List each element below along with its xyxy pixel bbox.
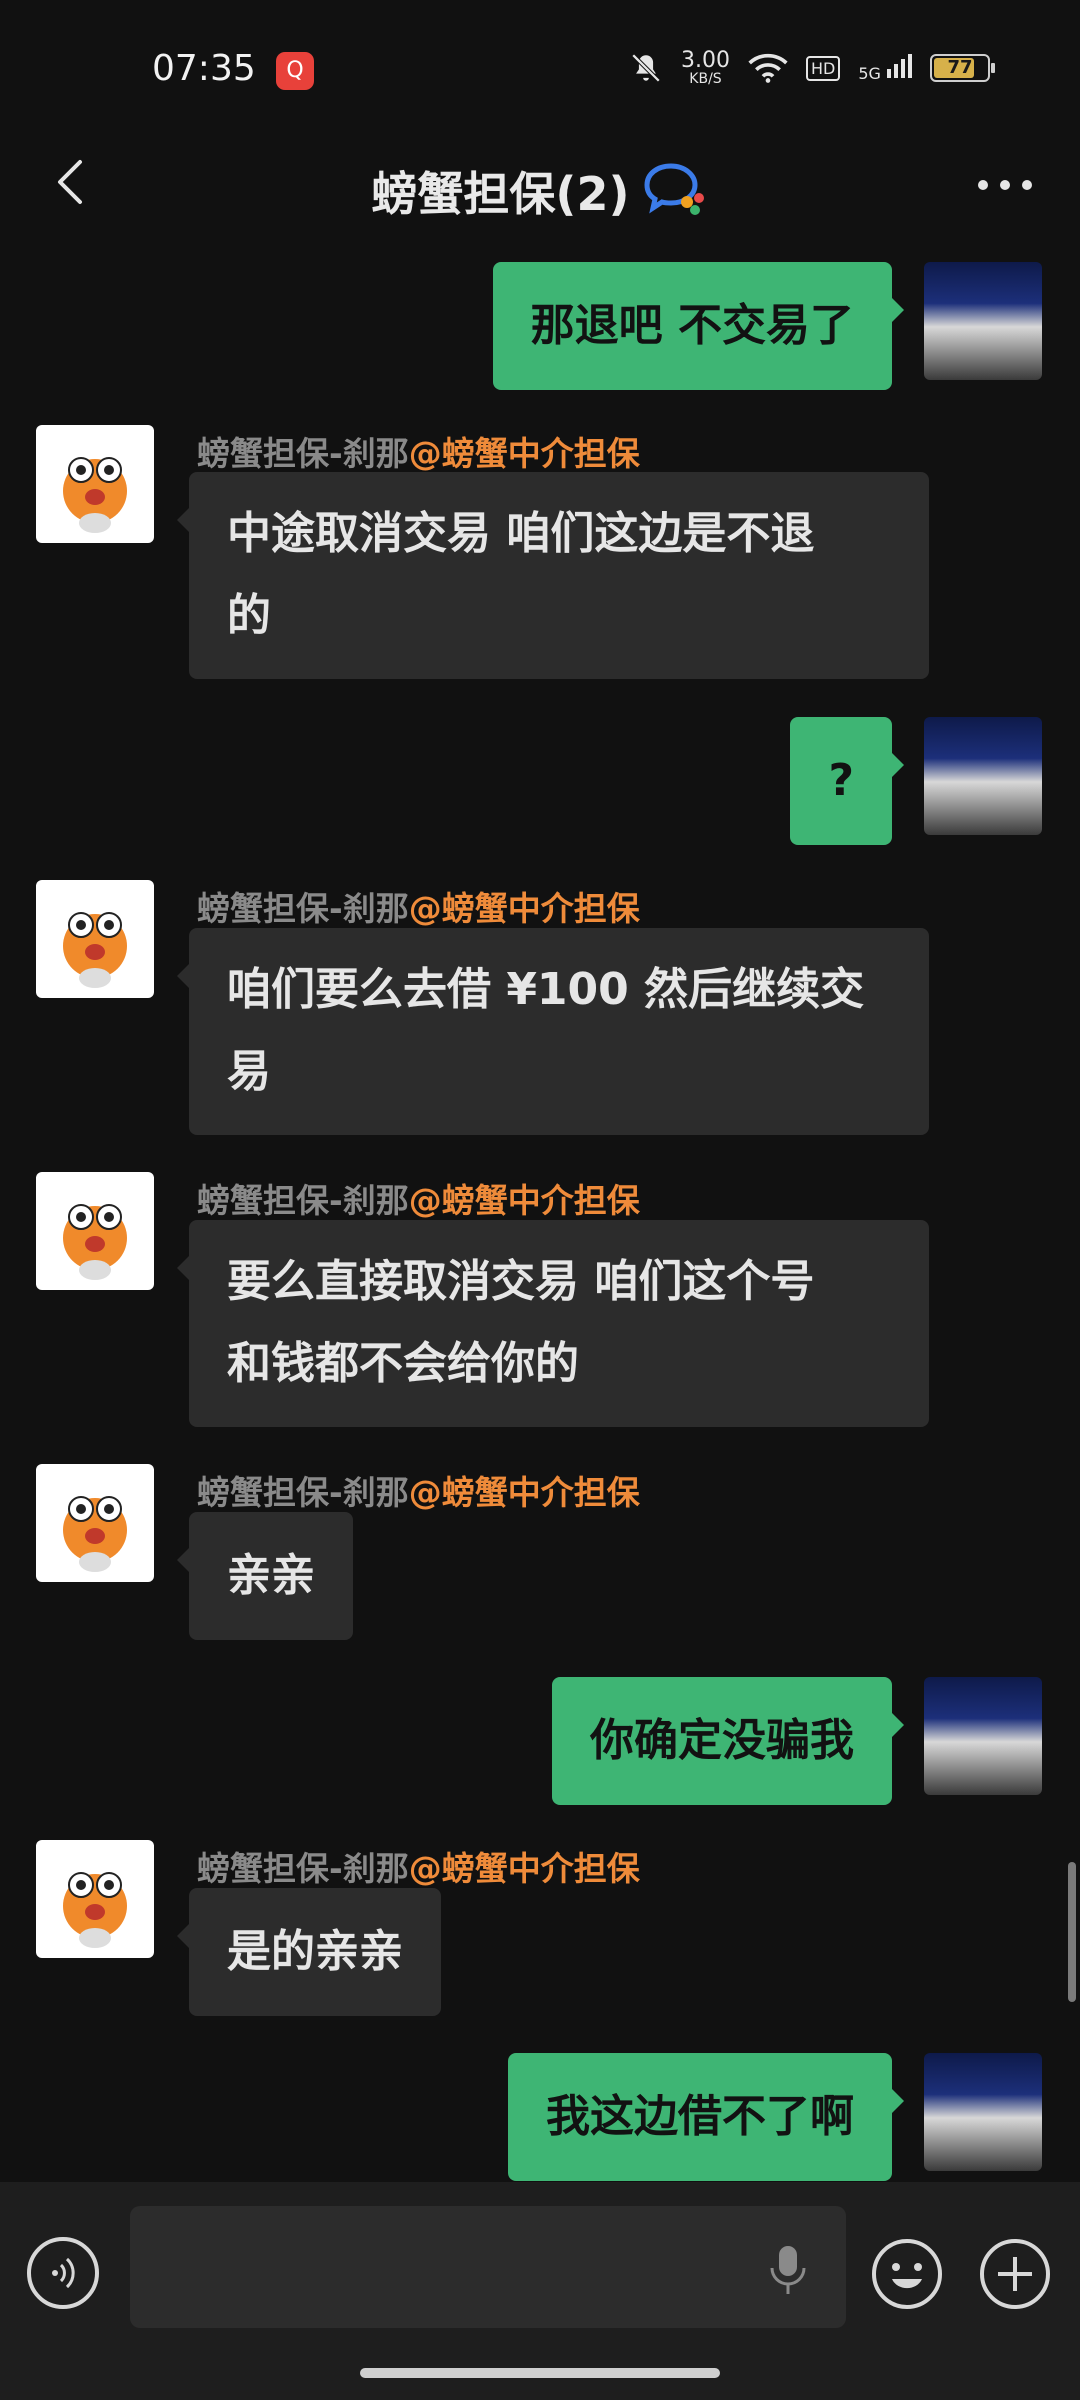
incoming-message[interactable]: 亲亲: [177, 1512, 353, 1640]
sender-name: 螃蟹担保-刹那@螃蟹中介担保: [197, 434, 640, 473]
sender-avatar[interactable]: [36, 880, 154, 998]
crab-mascot-icon: [63, 1204, 127, 1280]
sender-avatar[interactable]: [36, 1464, 154, 1582]
crab-mascot-icon: [63, 1872, 127, 1948]
message-input[interactable]: [130, 2206, 846, 2328]
crab-mascot-icon: [63, 457, 127, 533]
signal-bars-icon: [887, 54, 912, 78]
crab-mascot-icon: [63, 1496, 127, 1572]
hd-badge: HD: [805, 55, 841, 81]
incoming-message[interactable]: 要么直接取消交易 咱们这个号 和钱都不会给你的: [177, 1220, 929, 1427]
sender-name: 螃蟹担保-刹那@螃蟹中介担保: [197, 1849, 640, 1888]
crab-mascot-icon: [63, 912, 127, 988]
wifi-icon: [748, 53, 788, 83]
plus-icon[interactable]: [978, 2237, 1052, 2311]
microphone-icon[interactable]: [760, 2240, 816, 2300]
bell-off-icon: [631, 53, 661, 83]
outgoing-message[interactable]: 我这边借不了啊: [508, 2053, 904, 2181]
status-time: 07:35: [152, 48, 256, 89]
incoming-message[interactable]: 中途取消交易 咱们这边是不退 的: [177, 472, 929, 679]
incoming-message[interactable]: 是的亲亲: [177, 1888, 441, 2016]
outgoing-message[interactable]: 那退吧 不交易了: [492, 262, 905, 390]
incoming-message[interactable]: 咱们要么去借 ¥100 然后继续交 易: [177, 928, 929, 1135]
chat-header: 螃蟹担保(2): [0, 130, 1080, 240]
my-avatar[interactable]: [924, 2053, 1042, 2171]
my-avatar[interactable]: [924, 1677, 1042, 1795]
sender-avatar[interactable]: [36, 1172, 154, 1290]
sender-avatar[interactable]: [36, 425, 154, 543]
outgoing-message[interactable]: 你确定没骗我: [552, 1677, 904, 1805]
my-avatar[interactable]: [924, 717, 1042, 835]
voice-icon: [52, 2257, 75, 2289]
chat-bubble-icon: [644, 163, 704, 215]
home-indicator[interactable]: [360, 2368, 720, 2378]
battery-indicator: 77: [930, 54, 995, 82]
voice-button[interactable]: [27, 2237, 99, 2309]
scrollbar[interactable]: [1068, 1862, 1076, 2002]
outgoing-message[interactable]: ?: [790, 717, 904, 845]
sender-name: 螃蟹担保-刹那@螃蟹中介担保: [197, 1181, 640, 1220]
more-options-button[interactable]: [970, 160, 1040, 210]
chat-title: 螃蟹担保(2): [371, 167, 630, 221]
cellular-signal: 5G: [858, 53, 912, 83]
sender-name: 螃蟹担保-刹那@螃蟹中介担保: [197, 889, 640, 928]
sender-name: 螃蟹担保-刹那@螃蟹中介担保: [197, 1473, 640, 1512]
status-bar: 07:35 Q 3.00 KB/S HD 5G 77: [0, 0, 1080, 130]
emoji-icon[interactable]: [870, 2237, 944, 2311]
sender-avatar[interactable]: [36, 1840, 154, 1958]
app-notification-icon: Q: [276, 52, 314, 90]
my-avatar[interactable]: [924, 262, 1042, 380]
message-list[interactable]: 那退吧 不交易了 螃蟹担保-刹那@螃蟹中介担保 中途取消交易 咱们这边是不退 的…: [0, 240, 1080, 2181]
network-speed: 3.00 KB/S: [680, 48, 730, 87]
